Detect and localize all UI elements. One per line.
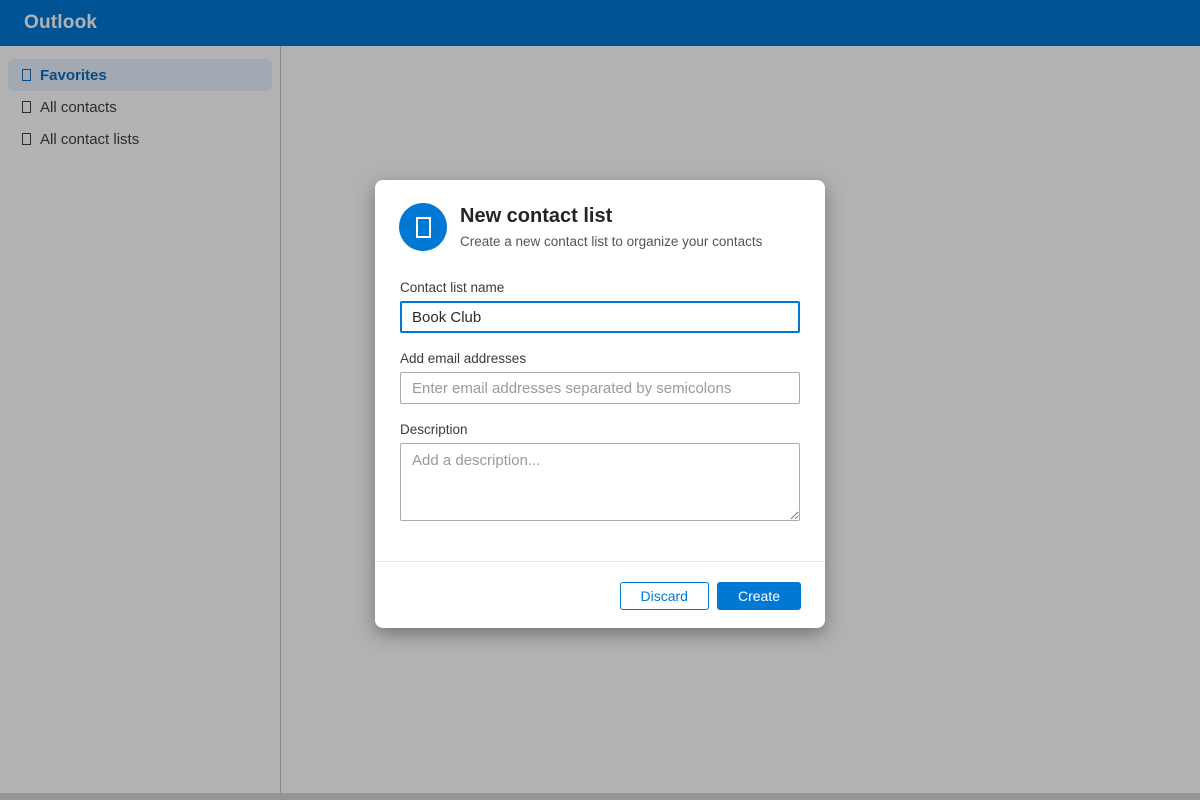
email-addresses-label: Add email addresses <box>400 351 800 366</box>
contact-list-icon-glyph <box>416 217 431 238</box>
dialog-footer: Discard Create <box>375 561 825 628</box>
dialog-title: New contact list <box>460 205 762 228</box>
discard-button[interactable]: Discard <box>620 582 709 610</box>
contact-list-icon <box>399 203 447 251</box>
description-label: Description <box>400 422 800 437</box>
contact-list-name-input[interactable] <box>400 301 800 333</box>
description-textarea[interactable] <box>400 443 800 521</box>
new-contact-list-dialog: New contact list Create a new contact li… <box>375 180 825 628</box>
app-window: Outlook Favorites All contacts All conta… <box>0 0 1200 800</box>
dialog-header-text: New contact list Create a new contact li… <box>460 203 762 251</box>
create-button[interactable]: Create <box>717 582 801 610</box>
contact-list-name-label: Contact list name <box>400 280 800 295</box>
dialog-header: New contact list Create a new contact li… <box>375 180 825 251</box>
dialog-body: Contact list name Add email addresses De… <box>375 280 825 526</box>
email-addresses-input[interactable] <box>400 372 800 404</box>
dialog-subtitle: Create a new contact list to organize yo… <box>460 234 762 249</box>
